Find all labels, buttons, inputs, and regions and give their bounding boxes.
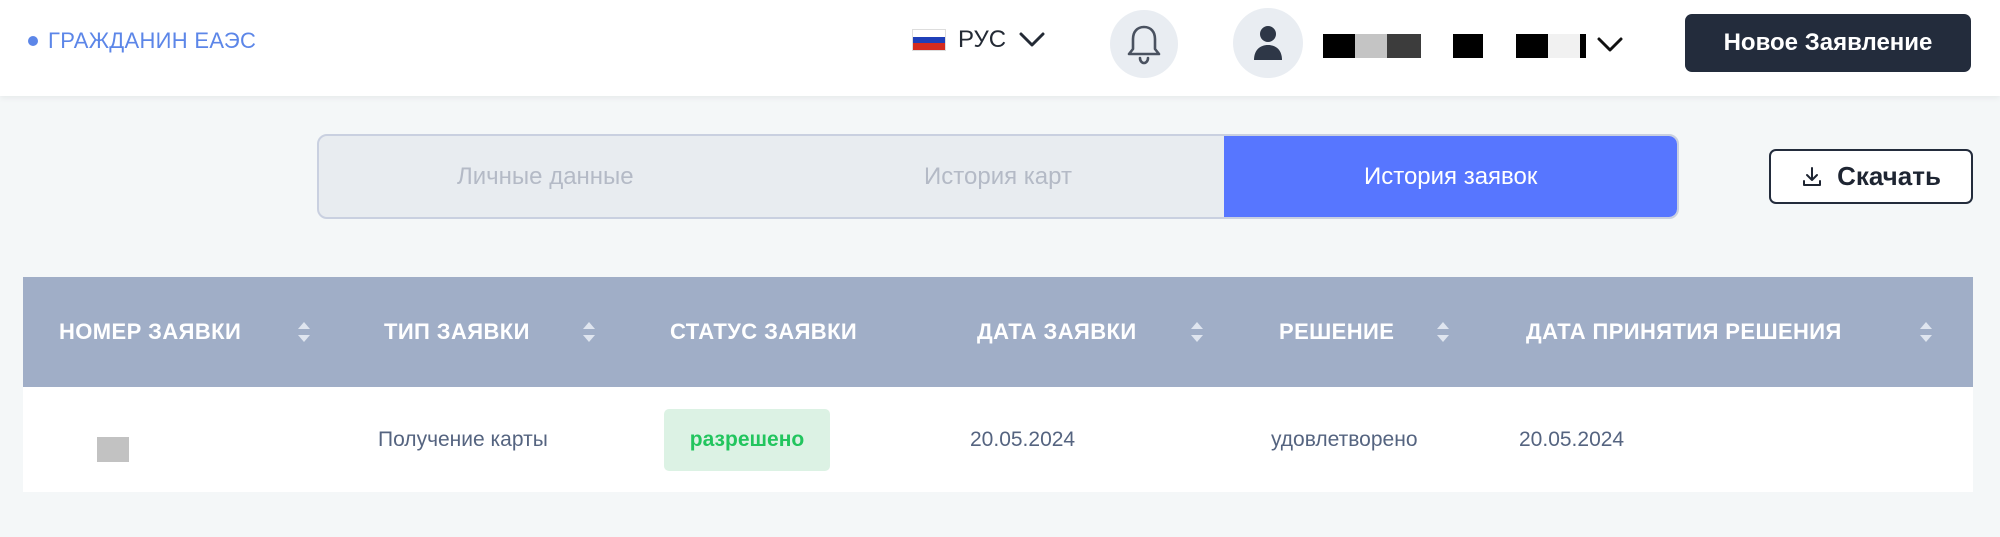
download-label: Скачать bbox=[1837, 161, 1941, 191]
top-header: ГРАЖДАНИН ЕАЭС РУС Новое Заявление bbox=[0, 0, 2000, 96]
sort-icon[interactable] bbox=[1918, 318, 1934, 346]
column-header-status: СТАТУС ЗАЯВКИ bbox=[670, 319, 858, 344]
column-header-decision-date: ДАТА ПРИНЯТИЯ РЕШЕНИЯ bbox=[1526, 319, 1842, 344]
tab-application-history[interactable]: История заявок bbox=[1224, 136, 1677, 217]
sort-icon[interactable] bbox=[1435, 318, 1451, 346]
brand[interactable]: ГРАЖДАНИН ЕАЭС bbox=[28, 28, 256, 54]
bell-icon bbox=[1127, 25, 1161, 65]
profile-tabs: Личные данные История карт История заяво… bbox=[317, 134, 1679, 219]
cell-date: 20.05.2024 bbox=[970, 427, 1076, 451]
redacted-username-part bbox=[1453, 34, 1483, 58]
sort-icon[interactable] bbox=[1189, 318, 1205, 346]
download-button[interactable]: Скачать bbox=[1769, 149, 1973, 204]
status-badge: разрешено bbox=[664, 409, 830, 471]
column-header-type: ТИП ЗАЯВКИ bbox=[384, 319, 530, 344]
user-icon bbox=[1254, 26, 1282, 60]
applications-table: НОМЕР ЗАЯВКИ ТИП ЗАЯВКИ СТАТУС ЗАЯВКИ ДА… bbox=[23, 277, 1973, 492]
language-label: РУС bbox=[958, 26, 1007, 53]
download-icon bbox=[1803, 166, 1822, 186]
table-row[interactable]: Получение карты разрешено 20.05.2024 удо… bbox=[23, 387, 1973, 492]
chevron-down-icon bbox=[1018, 26, 1046, 54]
sort-icon[interactable] bbox=[296, 318, 312, 346]
cell-decision: удовлетворено bbox=[1271, 427, 1418, 451]
column-header-date: ДАТА ЗАЯВКИ bbox=[977, 319, 1137, 344]
redacted-username-part bbox=[1516, 34, 1586, 58]
cell-type: Получение карты bbox=[378, 427, 548, 451]
language-selector[interactable]: РУС bbox=[912, 26, 1046, 54]
sort-icon[interactable] bbox=[581, 318, 597, 346]
user-menu-chevron-icon[interactable] bbox=[1596, 30, 1624, 63]
column-header-number: НОМЕР ЗАЯВКИ bbox=[59, 319, 242, 344]
avatar[interactable] bbox=[1233, 8, 1303, 78]
russia-flag-icon bbox=[912, 29, 946, 51]
tab-personal-data[interactable]: Личные данные bbox=[319, 136, 772, 217]
table-header: НОМЕР ЗАЯВКИ ТИП ЗАЯВКИ СТАТУС ЗАЯВКИ ДА… bbox=[23, 277, 1973, 387]
column-header-decision: РЕШЕНИЕ bbox=[1279, 319, 1395, 344]
new-application-button[interactable]: Новое Заявление bbox=[1685, 14, 1971, 72]
cell-decision-date: 20.05.2024 bbox=[1519, 427, 1625, 451]
redacted-username-part bbox=[1323, 34, 1421, 58]
brand-dot-icon bbox=[28, 36, 38, 46]
brand-label: ГРАЖДАНИН ЕАЭС bbox=[48, 28, 257, 53]
redacted-application-number bbox=[97, 437, 129, 462]
tab-card-history[interactable]: История карт bbox=[772, 136, 1225, 217]
notifications-button[interactable] bbox=[1110, 10, 1178, 78]
